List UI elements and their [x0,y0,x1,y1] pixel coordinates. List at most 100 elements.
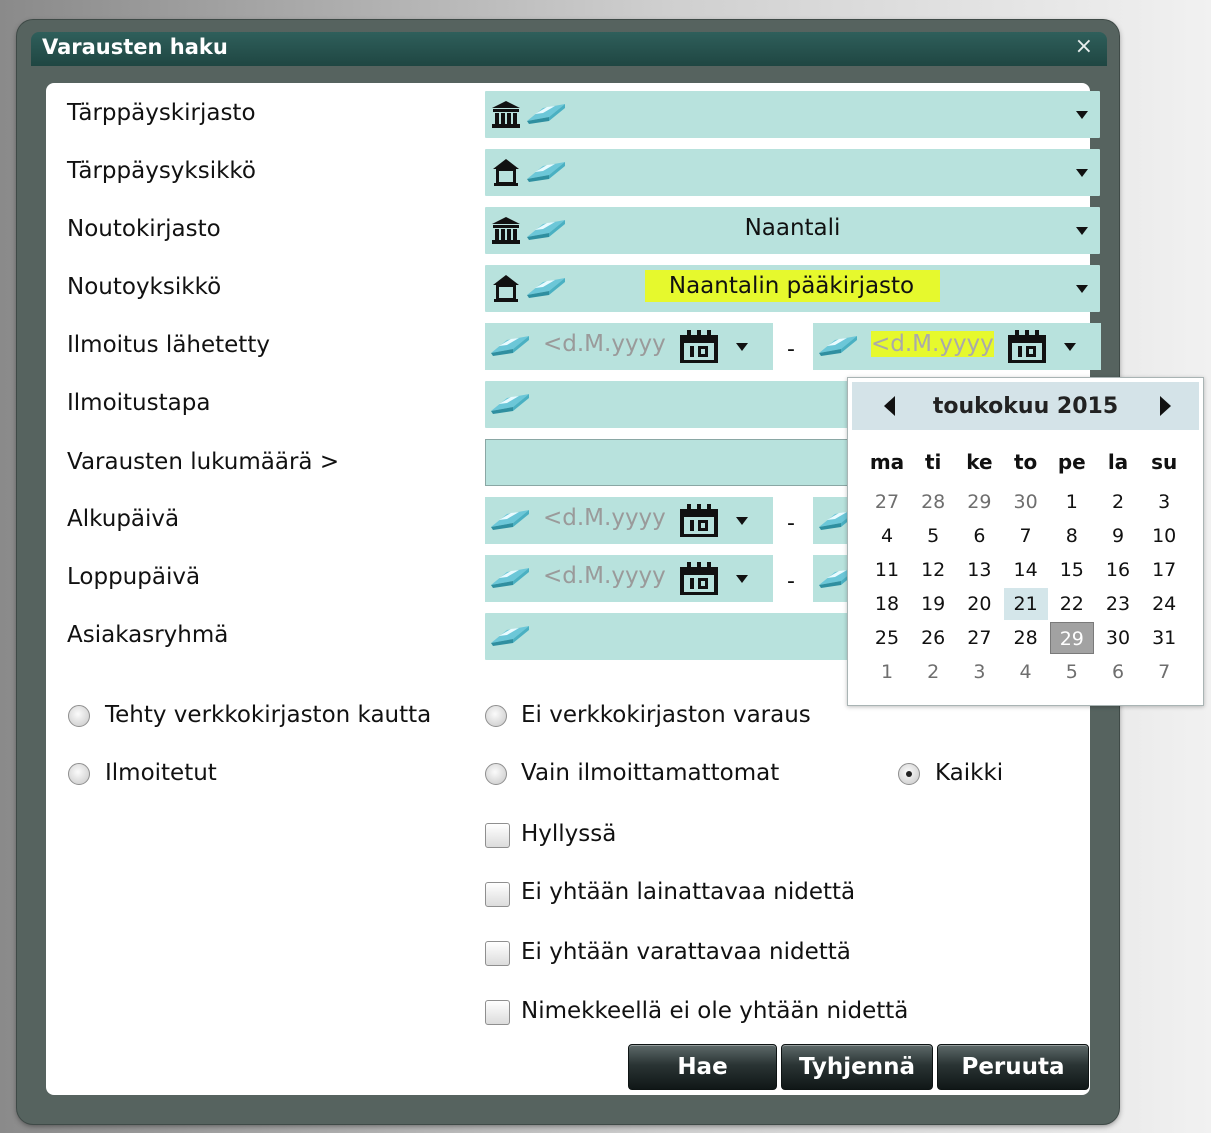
calendar-icon[interactable] [678,329,720,365]
calendar-day[interactable]: 13 [957,554,1001,586]
checkbox-label[interactable]: Hyllyssä [521,821,616,847]
tarppays-kirjasto-select[interactable] [485,91,1100,138]
calendar-day[interactable]: 30 [1096,622,1140,654]
calendar-icon[interactable] [678,503,720,539]
calendar-day[interactable]: 18 [865,588,909,620]
calendar-day[interactable]: 20 [957,588,1001,620]
date-to-placeholder[interactable]: <d.M.yyyy [871,331,994,357]
loppupaiva-from[interactable]: <d.M.yyyy [485,555,773,602]
date-from-placeholder[interactable]: <d.M.yyyy [543,505,666,531]
dropdown-arrow-icon[interactable] [736,575,748,583]
checkbox-label[interactable]: Ei yhtään lainattavaa nidettä [521,879,855,905]
eraser-icon[interactable] [489,392,531,416]
calendar-day[interactable]: 21 [1003,588,1048,620]
calendar-day[interactable]: 1 [865,656,909,688]
calendar-day[interactable]: 15 [1050,554,1094,586]
checkbox-hyllyssa[interactable] [485,823,510,848]
calendar-day[interactable]: 2 [1096,486,1140,518]
calendar-day[interactable]: 25 [865,622,909,654]
checkbox-label[interactable]: Ei yhtään varattavaa nidettä [521,939,851,965]
calendar-day[interactable]: 3 [1142,486,1186,518]
search-button[interactable]: Hae [628,1044,777,1090]
radio-ei-verkkokirjaston-varaus[interactable] [485,705,507,727]
dropdown-arrow-icon[interactable] [736,517,748,525]
radio-label[interactable]: Ei verkkokirjaston varaus [521,702,811,728]
calendar-day[interactable]: 6 [957,520,1001,552]
calendar-day[interactable]: 26 [911,622,955,654]
calendar-day[interactable]: 31 [1142,622,1186,654]
calendar-day[interactable]: 17 [1142,554,1186,586]
eraser-icon[interactable] [817,334,859,358]
dialog-titlebar[interactable]: Varausten haku × [31,32,1107,66]
cancel-button[interactable]: Peruuta [937,1044,1089,1090]
dropdown-arrow-icon[interactable] [1076,227,1088,235]
calendar-day[interactable]: 23 [1096,588,1140,620]
calendar-day[interactable]: 9 [1096,520,1140,552]
calendar-day[interactable]: 24 [1142,588,1186,620]
eraser-icon[interactable] [489,566,531,590]
asiakasryhma-label: Asiakasryhmä [67,622,229,648]
calendar-day[interactable]: 28 [1004,622,1048,654]
calendar-day[interactable]: 29 [1049,622,1094,654]
radio-ilmoitetut[interactable] [68,763,90,785]
calendar-day[interactable]: 16 [1096,554,1140,586]
eraser-icon[interactable] [525,102,567,126]
calendar-day[interactable]: 14 [1004,554,1048,586]
calendar-day[interactable]: 5 [1050,656,1094,688]
calendar-day[interactable]: 10 [1142,520,1186,552]
previous-month-icon[interactable] [884,396,895,416]
radio-vain-ilmoittamattomat[interactable] [485,763,507,785]
eraser-icon[interactable] [489,508,531,532]
calendar-day[interactable]: 22 [1050,588,1094,620]
alkupaiva-from[interactable]: <d.M.yyyy [485,497,773,544]
calendar-day[interactable]: 28 [911,486,955,518]
radio-label[interactable]: Vain ilmoittamattomat [521,760,779,786]
noutoyksikko-select[interactable]: Naantalin pääkirjasto [485,265,1100,312]
eraser-icon[interactable] [489,624,531,648]
calendar-day[interactable]: 7 [1142,656,1186,688]
calendar-day[interactable]: 1 [1050,486,1094,518]
calendar-day[interactable]: 11 [865,554,909,586]
calendar-day[interactable]: 8 [1050,520,1094,552]
tarppays-yksikko-select[interactable] [485,149,1100,196]
eraser-icon[interactable] [489,334,531,358]
dropdown-arrow-icon[interactable] [1076,111,1088,119]
next-month-icon[interactable] [1160,396,1171,416]
calendar-icon[interactable] [678,561,720,597]
dropdown-arrow-icon[interactable] [1076,285,1088,293]
checkbox-ei-lainattavaa[interactable] [485,882,510,907]
ilmoitus-lahetetty-to[interactable]: <d.M.yyyy [813,323,1101,370]
checkbox-ei-varattavaa[interactable] [485,941,510,966]
calendar-day[interactable]: 3 [957,656,1001,688]
calendar-day[interactable]: 2 [911,656,955,688]
calendar-icon[interactable] [1006,329,1048,365]
calendar-day[interactable]: 29 [957,486,1001,518]
eraser-icon[interactable] [525,160,567,184]
radio-label[interactable]: Tehty verkkokirjaston kautta [105,702,431,728]
checkbox-nimekkeella-ei-nidetta[interactable] [485,1000,510,1025]
calendar-day[interactable]: 4 [865,520,909,552]
calendar-day[interactable]: 30 [1004,486,1048,518]
dropdown-arrow-icon[interactable] [736,343,748,351]
dropdown-arrow-icon[interactable] [1076,169,1088,177]
date-from-placeholder[interactable]: <d.M.yyyy [543,563,666,589]
close-icon[interactable]: × [1075,34,1093,59]
calendar-day[interactable]: 7 [1004,520,1048,552]
checkbox-label[interactable]: Nimekkeellä ei ole yhtään nidettä [521,998,908,1024]
ilmoitus-lahetetty-from[interactable]: <d.M.yyyy [485,323,773,370]
date-from-placeholder[interactable]: <d.M.yyyy [543,331,666,357]
noutokirjasto-select[interactable]: Naantali [485,207,1100,254]
calendar-day[interactable]: 27 [865,486,909,518]
radio-kaikki[interactable] [898,763,920,785]
calendar-day[interactable]: 5 [911,520,955,552]
calendar-day[interactable]: 4 [1004,656,1048,688]
radio-tehty-verkkokirjaston-kautta[interactable] [68,705,90,727]
calendar-day[interactable]: 6 [1096,656,1140,688]
calendar-day[interactable]: 19 [911,588,955,620]
calendar-day[interactable]: 12 [911,554,955,586]
dropdown-arrow-icon[interactable] [1064,343,1076,351]
clear-button[interactable]: Tyhjennä [781,1044,933,1090]
radio-label[interactable]: Ilmoitetut [105,760,217,786]
radio-label[interactable]: Kaikki [935,760,1003,786]
calendar-day[interactable]: 27 [957,622,1001,654]
